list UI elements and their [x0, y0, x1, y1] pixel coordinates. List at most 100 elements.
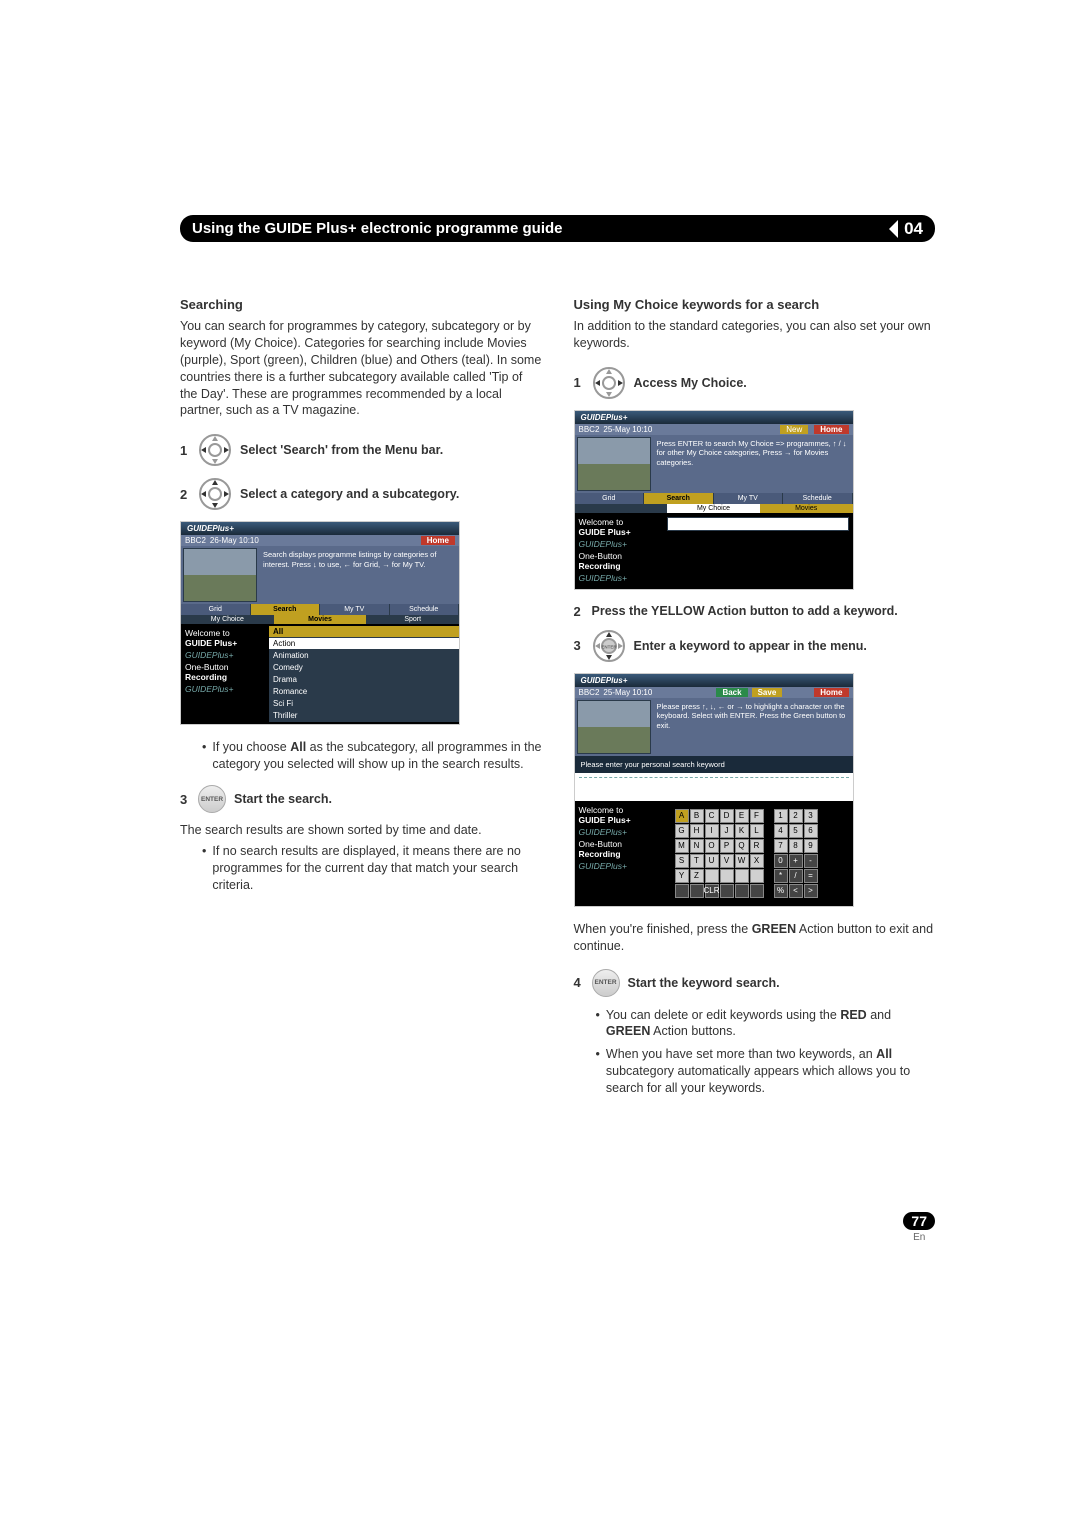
ss-cat-all: All: [269, 626, 459, 638]
right-step-4: 4 ENTER Start the keyword search.: [574, 969, 936, 997]
ss-logo: GUIDEPlus+: [575, 411, 853, 424]
dpad-icon: [592, 366, 626, 400]
step-label: Start the search.: [234, 792, 332, 806]
ss-input-underline: [579, 777, 849, 797]
enter-button-icon: ENTER: [198, 785, 226, 813]
ss-cat-drama: Drama: [269, 674, 459, 686]
ss-tab-schedule: Schedule: [783, 493, 853, 504]
ss-date: 25-May 10:10: [603, 688, 652, 697]
ss-cat-comedy: Comedy: [269, 662, 459, 674]
ss-guideplus: GUIDE Plus+: [579, 815, 659, 825]
left-step-1: 1 Select 'Search' from the Menu bar.: [180, 433, 542, 467]
ss-description: Search displays programme listings by ca…: [259, 546, 459, 604]
chapter-triangle-icon: [889, 220, 898, 238]
ss-sub-movies: Movies: [274, 615, 367, 624]
ss-cat-scifi: Sci Fi: [269, 698, 459, 710]
bullet-edit-keywords: • You can delete or edit keywords using …: [596, 1007, 936, 1041]
ss-channel: BBC2: [579, 425, 600, 434]
ss-guide-logo-icon: GUIDEPlus+: [579, 573, 659, 583]
step-number: 2: [574, 604, 584, 619]
svg-text:ENTER: ENTER: [601, 644, 617, 649]
page-number: 77: [903, 1212, 935, 1230]
right-step-1: 1 Access My Choice.: [574, 366, 936, 400]
ss-welcome: Welcome to: [579, 805, 659, 815]
ss-guide-logo-icon: GUIDEPlus+: [579, 539, 659, 549]
ss-save-button: Save: [752, 688, 783, 697]
step-number: 3: [574, 638, 584, 653]
ss-tab-search: Search: [644, 493, 714, 504]
ss-guide-logo-icon: GUIDEPlus+: [579, 861, 659, 871]
step-label: Start the keyword search.: [628, 976, 780, 990]
step-number: 4: [574, 975, 584, 990]
left-column: Searching You can search for programmes …: [180, 297, 542, 1109]
ss-recording: Recording: [579, 561, 659, 571]
ss-sub-blank: [575, 504, 668, 513]
ss-cat-animation: Animation: [269, 650, 459, 662]
chapter-indicator: 04: [889, 219, 923, 239]
ss-keyboard-alpha: ABCDEFGHIJKLMNOPQRSTUVWXYZ CLR: [675, 809, 764, 898]
ss-preview-thumb: [183, 548, 257, 602]
ss-tab-mytv: My TV: [320, 604, 390, 615]
ss-welcome: Welcome to: [185, 628, 265, 638]
bullet-dot-icon: •: [596, 1046, 600, 1097]
ss-onebutton: One-Button: [579, 551, 659, 561]
ss-top-bar: BBC2 25-May 10:10 Back Save Home: [575, 687, 853, 698]
dpad-icon: [198, 433, 232, 467]
ss-date: 26-May 10:10: [210, 536, 259, 545]
ss-description: Please press ↑, ↓, ← or → to highlight a…: [653, 698, 853, 756]
page-footer: 77 En: [903, 1212, 935, 1243]
bullet-dot-icon: •: [202, 739, 206, 773]
mychoice-paragraph: In addition to the standard categories, …: [574, 318, 936, 352]
ss-guide-logo-icon: GUIDEPlus+: [579, 827, 659, 837]
bullet-all-subcategory: • If you choose All as the subcategory, …: [202, 739, 542, 773]
ss-guideplus: GUIDE Plus+: [579, 527, 659, 537]
ss-guide-logo-icon: GUIDEPlus+: [185, 684, 265, 694]
ss-guideplus: GUIDE Plus+: [185, 638, 265, 648]
step-number: 1: [574, 375, 584, 390]
enter-button-icon: ENTER: [592, 969, 620, 997]
step-label: Enter a keyword to appear in the menu.: [634, 639, 867, 653]
ss-description: Press ENTER to search My Choice => progr…: [653, 435, 853, 493]
ss-channel: BBC2: [579, 688, 600, 697]
ss-new-button: New: [780, 425, 808, 434]
ss-date: 25-May 10:10: [603, 425, 652, 434]
ss-tabs: Grid Search My TV Schedule: [575, 493, 853, 504]
ss-top-bar: BBC2 26-May 10:10 Home: [181, 535, 459, 546]
ss-home-button: Home: [814, 425, 848, 434]
ss-logo: GUIDEPlus+: [575, 674, 853, 687]
step-number: 3: [180, 792, 190, 807]
ss-onebutton: One-Button: [185, 662, 265, 672]
chapter-header: Using the GUIDE Plus+ electronic program…: [180, 215, 935, 242]
ss-category-list: All Action Animation Comedy Drama Romanc…: [269, 624, 459, 724]
ss-preview-thumb: [577, 437, 651, 491]
ss-input-field: [667, 517, 849, 531]
ss-cat-romance: Romance: [269, 686, 459, 698]
right-step-2: 2 Press the YELLOW Action button to add …: [574, 604, 936, 619]
step-number: 2: [180, 487, 190, 502]
ss-tab-grid: Grid: [181, 604, 251, 615]
chapter-number: 04: [904, 219, 923, 239]
ss-home-button: Home: [814, 688, 848, 697]
ss-tab-schedule: Schedule: [390, 604, 460, 615]
bullet-dot-icon: •: [202, 843, 206, 894]
ss-tabs: Grid Search My TV Schedule: [181, 604, 459, 615]
mychoice-heading: Using My Choice keywords for a search: [574, 297, 936, 312]
dpad-icon: [198, 477, 232, 511]
right-column: Using My Choice keywords for a search In…: [574, 297, 936, 1109]
ss-cat-thriller: Thriller: [269, 710, 459, 722]
ss-sub-mychoice: My Choice: [667, 504, 760, 513]
step-label: Press the YELLOW Action button to add a …: [592, 604, 898, 618]
ss-guide-logo-icon: GUIDEPlus+: [185, 650, 265, 660]
step-label: Select 'Search' from the Menu bar.: [240, 443, 443, 457]
step-label: Access My Choice.: [634, 376, 747, 390]
ss-recording: Recording: [185, 672, 265, 682]
ss-side-panel: Welcome to GUIDE Plus+ GUIDEPlus+ One-Bu…: [575, 513, 663, 589]
ss-top-bar: BBC2 25-May 10:10 New Home: [575, 424, 853, 435]
ss-tab-search: Search: [251, 604, 321, 615]
ss-side-panel: Welcome to GUIDE Plus+ GUIDEPlus+ One-Bu…: [575, 801, 663, 906]
ss-preview-thumb: [577, 700, 651, 754]
bullet-text: If no search results are displayed, it m…: [212, 843, 541, 894]
after-keyboard-text: When you're finished, press the GREEN Ac…: [574, 921, 936, 955]
ss-tab-grid: Grid: [575, 493, 645, 504]
ss-subrow: My Choice Movies Sport: [181, 615, 459, 624]
